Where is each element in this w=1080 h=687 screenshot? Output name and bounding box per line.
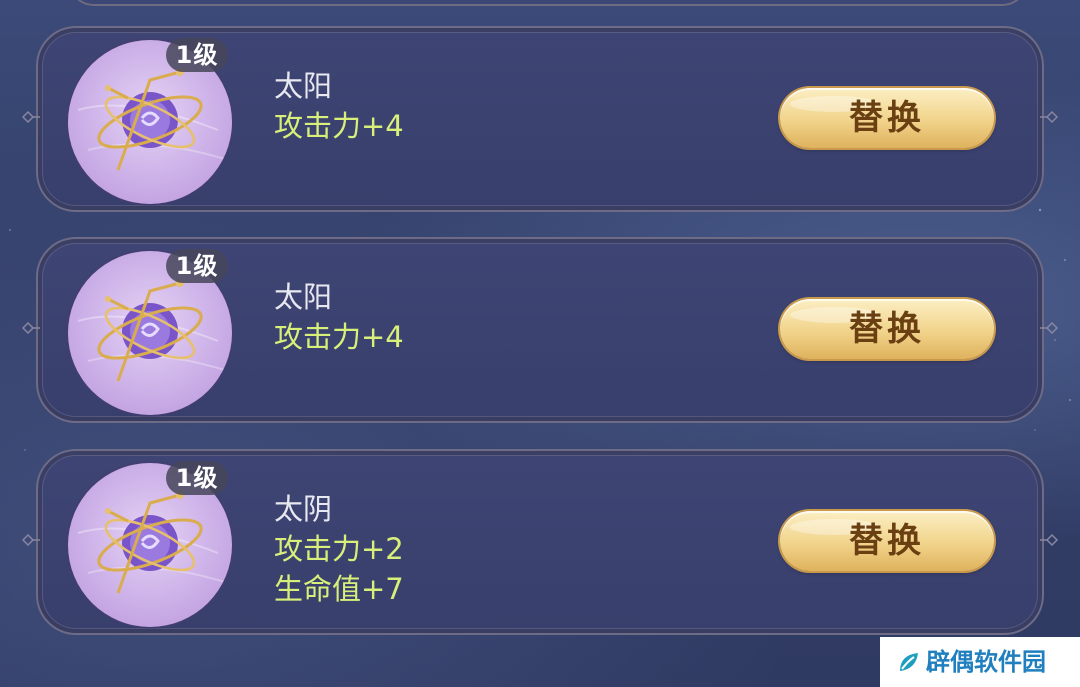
replace-button[interactable]: 替换 [780,88,994,148]
stat-bonus: 攻击力+4 [274,109,404,143]
stat-bonus: 攻击力+4 [274,320,404,354]
constellation-card: 1级 太阳 攻击力+4 替换 [22,237,1058,423]
watermark-text: 辟偶软件园 [926,648,1046,676]
star-info: 太阳 攻击力+4 [274,66,404,146]
replace-button-label: 替换 [849,98,925,138]
frame-ornament-icon [1040,321,1058,335]
site-watermark: 辟偶软件园 [880,637,1080,687]
star-name: 太阳 [274,280,333,314]
leaf-logo-icon [900,653,918,671]
frame-ornament-icon [22,321,40,335]
level-badge: 1级 [166,38,228,72]
stat-bonus: 生命值+7 [274,572,404,606]
replace-button-label: 替换 [849,521,925,561]
previous-card-edge [68,0,1028,6]
frame-ornament-icon [22,533,40,547]
constellation-card: 1级 太阳 攻击力+4 替换 [22,26,1058,212]
level-badge: 1级 [166,461,228,495]
level-badge: 1级 [166,249,228,283]
star-info: 太阴 攻击力+2 生命值+7 [274,489,404,609]
star-name: 太阳 [274,69,333,103]
frame-ornament-icon [22,110,40,124]
frame-ornament-icon [1040,110,1058,124]
replace-button[interactable]: 替换 [780,299,994,359]
replace-button-label: 替换 [849,309,925,349]
constellation-card: 1级 太阴 攻击力+2 生命值+7 替换 [22,449,1058,635]
stat-bonus: 攻击力+2 [274,532,404,566]
star-info: 太阳 攻击力+4 [274,277,404,357]
frame-ornament-icon [1040,533,1058,547]
star-name: 太阴 [274,492,333,526]
replace-button[interactable]: 替换 [780,511,994,571]
